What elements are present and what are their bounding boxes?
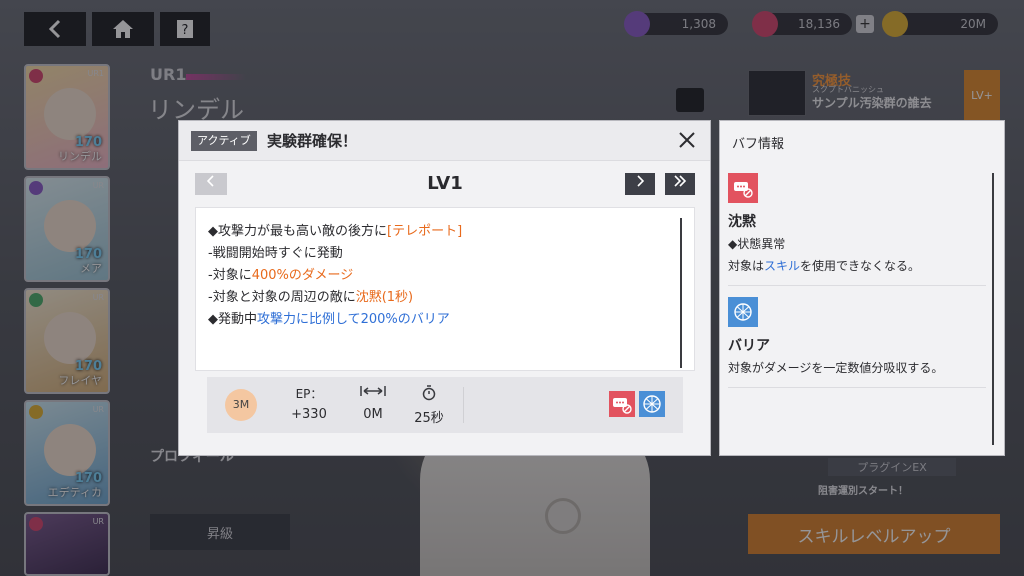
silence-buff-category: ◆状態異常 <box>728 237 786 251</box>
distance-value: 0M <box>363 407 383 422</box>
description-highlight: [テレポート] <box>387 224 463 239</box>
stats-divider <box>463 387 464 423</box>
barrier-buff-icon <box>728 297 758 327</box>
silence-buff-icon <box>728 173 758 203</box>
description-text: -対象に <box>208 268 252 283</box>
close-icon <box>679 132 695 148</box>
buff-text-highlight: スキル <box>764 259 801 273</box>
silence-buff-name: 沈黙 <box>728 214 756 230</box>
barrier-icon <box>734 303 752 321</box>
cooldown-value: 25秒 <box>414 411 444 426</box>
silence-buff-button[interactable] <box>609 391 635 417</box>
max-level-button[interactable] <box>665 173 695 195</box>
buff-panel-scrollbar[interactable] <box>992 173 994 445</box>
buff-text: を使用できなくなる。 <box>800 259 921 273</box>
buff-info-panel: バフ情報 沈黙 ◆状態異常 対象はスキルを使用できなくなる。 バリア 対象がダメ… <box>719 120 1005 456</box>
description-line: -戦闘開始時すぐに発動 <box>208 242 343 261</box>
description-line: ◆発動中攻撃力に比例して200%のバリア <box>208 308 450 327</box>
description-text: ◆攻撃力が最も高い敵の後方に <box>208 224 387 239</box>
dash-distance-icon <box>360 386 386 396</box>
skill-detail-dialog: アクティブ 実験群確保！ LV1 ◆攻撃力が最も高い敵の後方に[テレポート] -… <box>178 120 711 456</box>
barrier-icon <box>643 395 661 413</box>
level-label: LV1 <box>427 173 463 194</box>
cooldown-icon-wrap <box>409 385 449 403</box>
level-selector: LV1 <box>195 173 695 197</box>
skill-title: 実験群確保！ <box>267 132 358 150</box>
description-highlight: 沈黙(1秒) <box>355 290 414 305</box>
barrier-buff-button[interactable] <box>639 391 665 417</box>
skill-stats-bar: 3M EP： +330 0M 25秒 <box>207 377 683 433</box>
silence-buff-description: 対象はスキルを使用できなくなる。 <box>728 257 920 274</box>
description-line: -対象と対象の周辺の敵に沈黙(1秒) <box>208 286 413 305</box>
description-text: -戦闘開始時すぐに発動 <box>208 246 343 261</box>
description-line: ◆攻撃力が最も高い敵の後方に[テレポート] <box>208 220 462 239</box>
silence-icon <box>734 182 753 198</box>
description-highlight: 400%のダメージ <box>251 268 354 283</box>
description-text: -対象と対象の周辺の敵に <box>208 290 356 305</box>
barrier-buff-description: 対象がダメージを一定数値分吸収する。 <box>728 361 944 375</box>
ep-stat: EP： +330 <box>285 385 333 422</box>
chevron-right-icon <box>637 175 645 187</box>
next-level-button[interactable] <box>625 173 655 195</box>
cooldown-stat: 25秒 <box>409 385 449 426</box>
buff-text: 対象は <box>728 259 765 273</box>
distance-stat: 0M <box>353 385 393 422</box>
range-badge: 3M <box>225 389 257 421</box>
ep-label: EP： <box>295 387 323 401</box>
description-text: ◆発動中 <box>208 312 257 327</box>
ep-value: +330 <box>291 407 327 422</box>
close-button[interactable] <box>674 128 700 154</box>
buff-panel-title: バフ情報 <box>732 137 785 152</box>
buff-divider <box>728 285 986 286</box>
double-chevron-right-icon <box>674 175 687 187</box>
skill-type-badge: アクティブ <box>191 131 257 151</box>
dialog-header: アクティブ 実験群確保！ <box>179 121 710 161</box>
silence-icon <box>613 398 632 414</box>
description-scrollbar[interactable] <box>680 218 682 368</box>
description-highlight: 攻撃力に比例して200%のバリア <box>257 312 450 327</box>
distance-icon-wrap <box>353 385 393 403</box>
stopwatch-icon <box>422 385 436 401</box>
buff-divider <box>728 387 986 388</box>
barrier-buff-name: バリア <box>728 338 770 354</box>
description-line: -対象に400%のダメージ <box>208 264 353 283</box>
skill-description-box[interactable]: ◆攻撃力が最も高い敵の後方に[テレポート] -戦闘開始時すぐに発動 -対象に40… <box>195 207 695 371</box>
